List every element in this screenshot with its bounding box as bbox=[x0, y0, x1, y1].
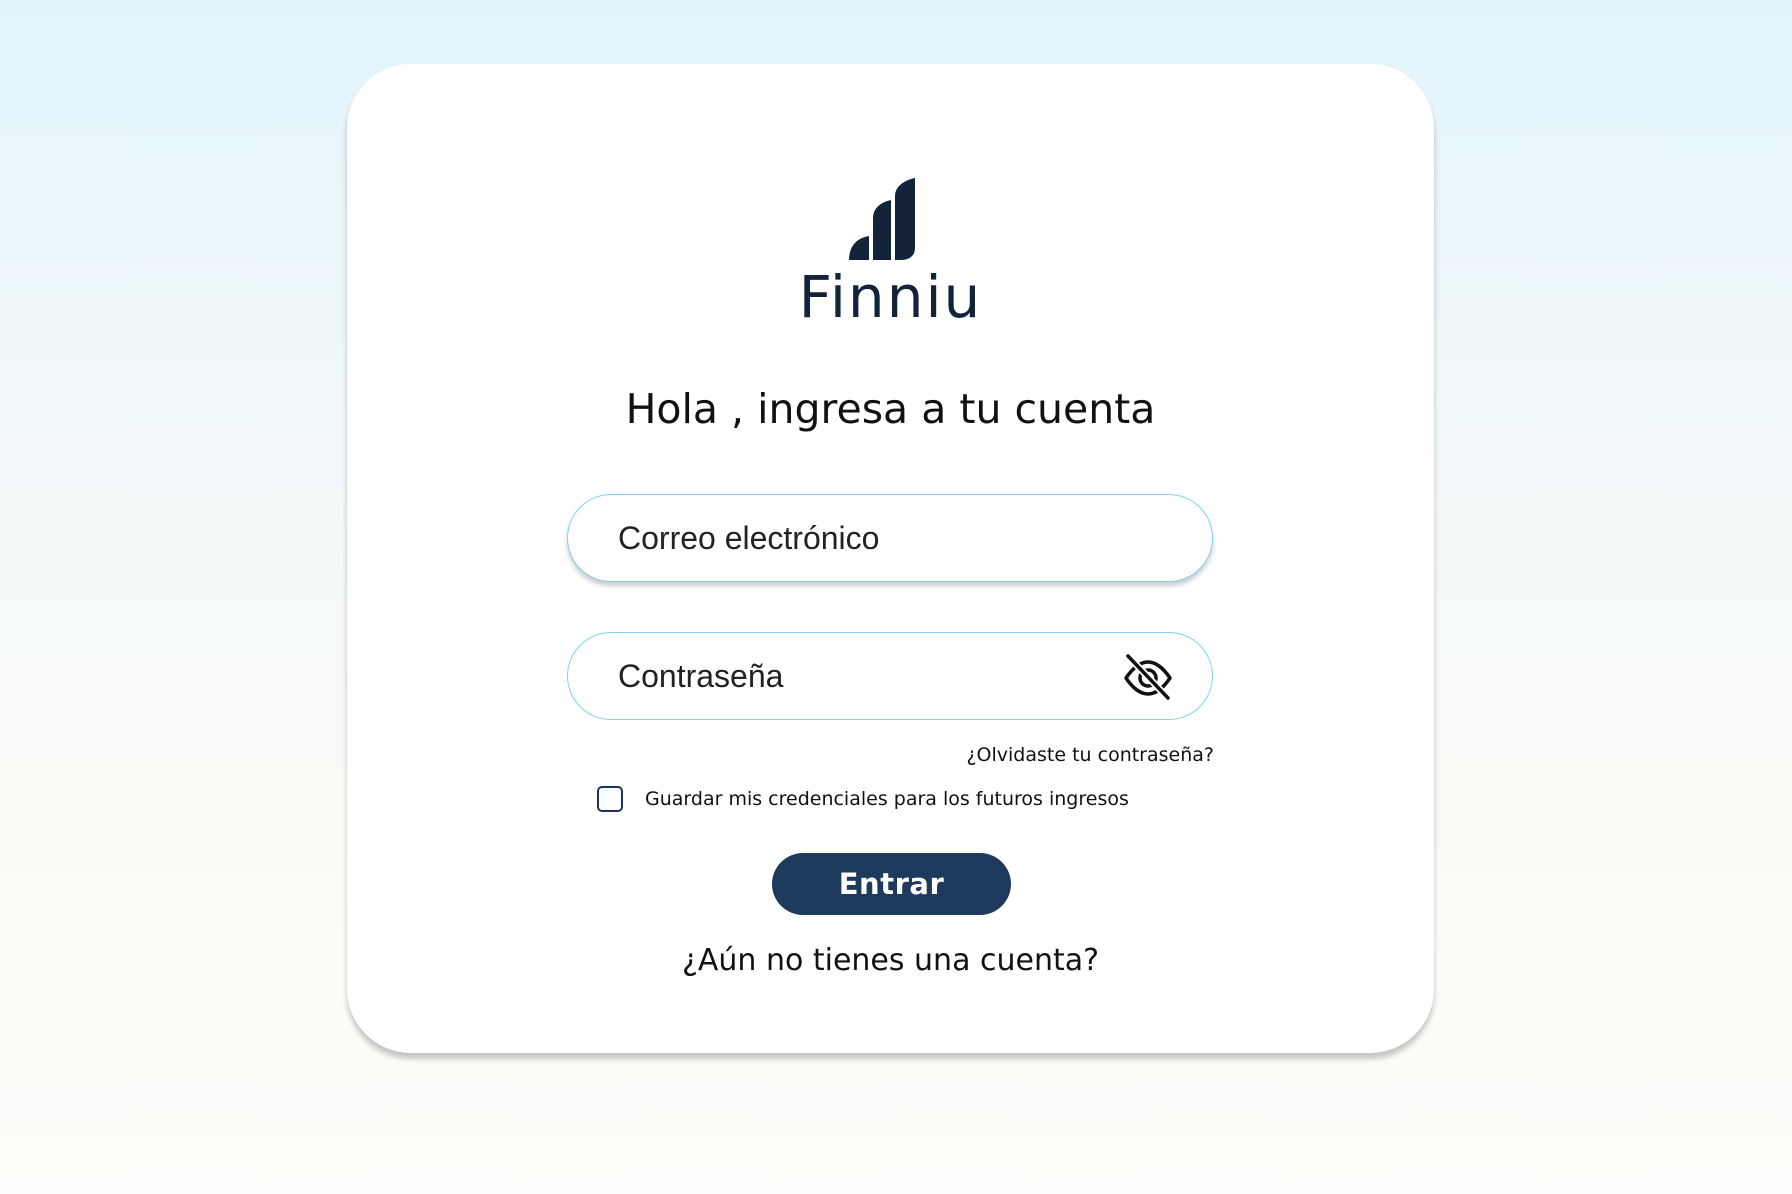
finniu-logo-icon bbox=[848, 178, 915, 260]
eye-slash-icon[interactable] bbox=[1122, 654, 1174, 700]
remember-credentials: Guardar mis credenciales para los futuro… bbox=[597, 786, 1129, 812]
brand-logo: Finniu bbox=[347, 178, 1434, 326]
remember-checkbox[interactable] bbox=[597, 786, 623, 812]
email-input[interactable] bbox=[618, 495, 1098, 581]
submit-button[interactable]: Entrar bbox=[772, 853, 1011, 915]
forgot-password-link[interactable]: ¿Olvidaste tu contraseña? bbox=[966, 744, 1214, 766]
remember-label: Guardar mis credenciales para los futuro… bbox=[645, 788, 1129, 810]
brand-name: Finniu bbox=[798, 263, 983, 331]
email-field[interactable] bbox=[567, 494, 1213, 582]
page-title: Hola , ingresa a tu cuenta bbox=[625, 385, 1156, 433]
password-field[interactable] bbox=[567, 632, 1213, 720]
password-input[interactable] bbox=[618, 633, 1098, 719]
login-card: Finniu Hola , ingresa a tu cuenta ¿Olvid… bbox=[347, 64, 1434, 1053]
signup-link[interactable]: ¿Aún no tienes una cuenta? bbox=[347, 943, 1434, 978]
